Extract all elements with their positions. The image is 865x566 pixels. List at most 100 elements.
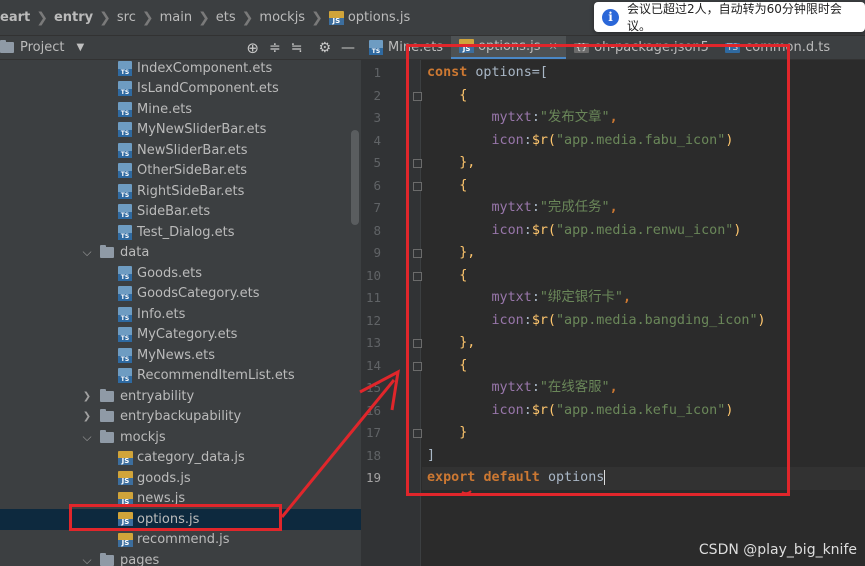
code-token: const: [427, 65, 476, 80]
tree-file[interactable]: TS OtherSideBar.ets: [0, 161, 361, 182]
ets-file-icon: TS: [118, 306, 132, 322]
line-number: 13: [365, 335, 381, 350]
breadcrumb-item[interactable]: JS options.js: [328, 10, 410, 25]
line-number: 16: [365, 402, 381, 418]
tree-file[interactable]: TS IsLandComponent.ets: [0, 79, 361, 100]
breadcrumb-item[interactable]: main ❯: [160, 10, 216, 26]
tree-file[interactable]: TS RecommendItemList.ets: [0, 366, 361, 387]
code-token: {: [427, 267, 468, 283]
editor-tab[interactable]: TS common.d.ts: [717, 36, 838, 59]
tree-folder[interactable]: ❯ entrybackupability: [0, 407, 361, 428]
code-token: default: [483, 470, 548, 485]
tree-file[interactable]: TS MyNewSliderBar.ets: [0, 120, 361, 141]
tree-file[interactable]: TS Mine.ets: [0, 99, 361, 120]
code-token: mytxt: [491, 290, 532, 305]
file-type-label: TS: [118, 130, 132, 138]
tree-folder[interactable]: ⌵ data: [0, 243, 361, 264]
tree-file[interactable]: TS Info.ets: [0, 304, 361, 325]
code-token: {: [427, 357, 468, 373]
tree-file[interactable]: TS RightSideBar.ets: [0, 181, 361, 202]
tree-file[interactable]: TS SideBar.ets: [0, 202, 361, 223]
chevron-down-icon[interactable]: ⌵: [80, 553, 94, 566]
tree-item-label: SideBar.ets: [137, 204, 211, 220]
expand-icon[interactable]: ≑: [269, 40, 281, 56]
target-icon[interactable]: ⊕: [246, 39, 259, 57]
fold-marker-icon[interactable]: [413, 271, 422, 281]
tree-file[interactable]: JS category_data.js: [0, 448, 361, 469]
tree-file[interactable]: TS MyNews.ets: [0, 345, 361, 366]
tab-label: common.d.ts: [745, 40, 831, 55]
code-line: icon:$r("app.media.kefu_icon"): [427, 400, 734, 423]
fold-marker-icon[interactable]: [413, 361, 422, 371]
editor-tab[interactable]: TS Mine.ets: [361, 36, 451, 59]
tree-item-label: RecommendItemList.ets: [137, 368, 295, 384]
tree-file[interactable]: TS IndexComponent.ets: [0, 60, 361, 79]
project-view-selector[interactable]: Project ▼: [0, 40, 84, 55]
fold-marker-icon[interactable]: [413, 249, 422, 258]
close-icon[interactable]: ✕: [548, 40, 557, 53]
ets-file-icon: TS: [118, 347, 132, 363]
editor-tab[interactable]: JS options.js ✕: [451, 36, 566, 59]
tree-file[interactable]: JS news.js: [0, 489, 361, 510]
code-token: $r(: [531, 402, 556, 418]
tree-folder[interactable]: ⌵ mockjs: [0, 427, 361, 448]
line-number: 9: [373, 245, 381, 260]
breadcrumb-item[interactable]: src ❯: [117, 10, 160, 26]
breadcrumb-item[interactable]: eart ❯: [0, 10, 54, 26]
tree-file[interactable]: TS Goods.ets: [0, 263, 361, 284]
chevron-down-icon[interactable]: ⌵: [80, 245, 94, 260]
minimize-icon[interactable]: —: [341, 40, 355, 56]
fold-marker-icon[interactable]: [413, 91, 422, 101]
file-type-label: JS: [328, 17, 344, 25]
breadcrumb-item[interactable]: entry ❯: [54, 10, 117, 26]
tree-file[interactable]: JS options.js: [0, 509, 361, 530]
breadcrumb-item[interactable]: mockjs ❯: [259, 10, 328, 26]
code-token: :: [531, 200, 540, 215]
project-panel-header: Project ▼ ⊕ ≑ ≒ ⚙ —: [0, 36, 361, 60]
file-type-label: TS: [118, 68, 132, 76]
gear-icon[interactable]: ⚙: [318, 40, 331, 56]
ets-file-icon: TS: [118, 224, 132, 240]
tree-item-label: Goods.ets: [137, 265, 203, 281]
code-editor[interactable]: 1 2 3 4 5 6 7 8 9 10 11 12 13 14 15 16 17 18 19 const opti…: [361, 60, 865, 566]
editor-tab[interactable]: {} oh-package.json5: [566, 36, 717, 59]
collapse-icon[interactable]: ≒: [291, 40, 303, 56]
fold-marker-icon[interactable]: [413, 181, 422, 191]
file-type-label: TS: [118, 89, 132, 97]
chevron-right-icon[interactable]: ❯: [80, 411, 94, 422]
code-token: },: [427, 155, 476, 170]
code-line: }: [427, 422, 467, 445]
ets-file-icon: TS: [118, 204, 132, 220]
notification-toast[interactable]: i 会议已超过2人，自动转为60分钟限时会议。: [594, 2, 865, 33]
code-token: icon: [491, 312, 524, 328]
tree-file[interactable]: TS MyCategory.ets: [0, 325, 361, 346]
code-token: "在线客服": [539, 380, 610, 395]
tree-item-label: entrybackupability: [120, 409, 242, 425]
chevron-down-icon[interactable]: ⌵: [80, 430, 94, 445]
code-token: ): [725, 402, 734, 418]
fold-marker-icon[interactable]: [413, 159, 422, 168]
js-file-icon: JS: [118, 491, 133, 506]
tab-label: Mine.ets: [388, 40, 444, 55]
tree-file[interactable]: JS goods.js: [0, 468, 361, 489]
tree-file[interactable]: TS Test_Dialog.ets: [0, 222, 361, 243]
code-line: mytxt:"发布文章",: [427, 107, 618, 130]
tree-folder[interactable]: ⌵ pages: [0, 550, 361, 566]
chevron-right-icon[interactable]: ❯: [80, 391, 94, 402]
code-token: icon: [491, 132, 524, 148]
chevron-right-icon: ❯: [198, 9, 210, 26]
tree-folder[interactable]: ❯ entryability: [0, 386, 361, 407]
folder-icon: [100, 409, 114, 423]
ets-file-icon: TS: [118, 286, 132, 302]
tree-file[interactable]: TS NewSliderBar.ets: [0, 140, 361, 161]
code-line: icon:$r("app.media.renwu_icon"): [427, 220, 742, 243]
ets-file-icon: TS: [118, 368, 132, 384]
tree-file[interactable]: JS recommend.js: [0, 530, 361, 551]
breadcrumb-item[interactable]: ets ❯: [216, 10, 260, 26]
code-token: mytxt: [491, 380, 532, 395]
chevron-right-icon: ❯: [311, 9, 323, 26]
tree-file[interactable]: TS GoodsCategory.ets: [0, 284, 361, 305]
fold-marker-icon[interactable]: [413, 429, 422, 438]
fold-marker-icon[interactable]: [413, 339, 422, 348]
